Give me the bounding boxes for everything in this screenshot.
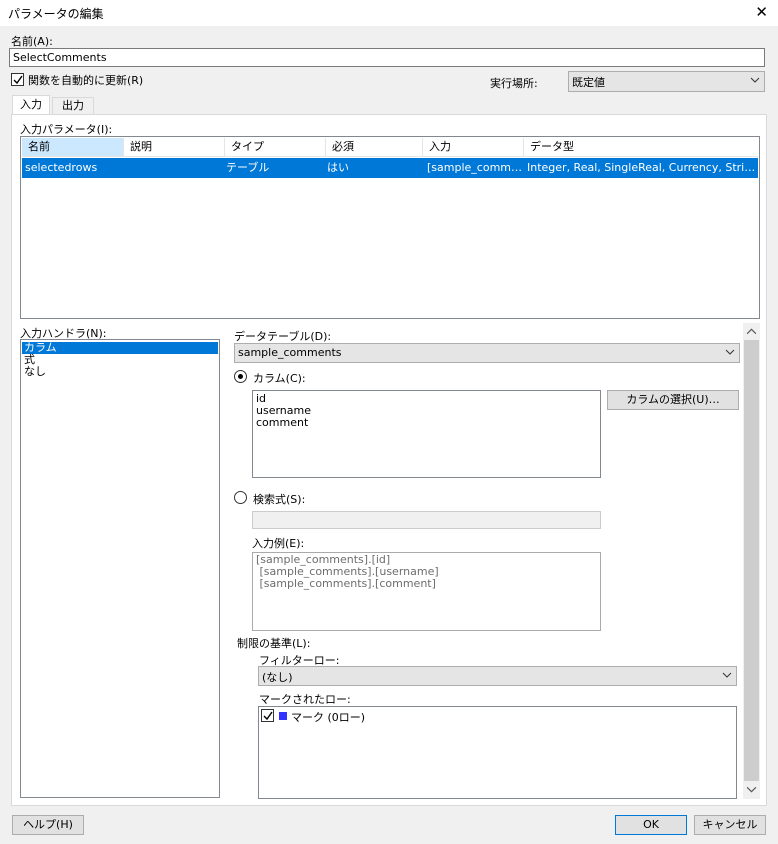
tab-input[interactable]: 入力 xyxy=(12,95,50,115)
example-line: [sample_comments].[comment] xyxy=(256,577,436,590)
list-item[interactable]: カラム xyxy=(22,342,218,354)
column-radio[interactable] xyxy=(234,370,247,383)
mark-checkbox[interactable] xyxy=(261,709,274,722)
chevron-down-icon xyxy=(750,77,760,83)
column-radio-label: カラム(C): xyxy=(253,372,306,385)
limit-label: 制限の基準(L): xyxy=(237,637,311,650)
columns-list[interactable]: id username comment xyxy=(252,390,601,478)
filter-rows-value: (なし) xyxy=(262,671,293,684)
tab-output[interactable]: 出力 xyxy=(52,97,94,115)
list-item: comment xyxy=(256,416,309,429)
data-table-label: データテーブル(D): xyxy=(234,330,332,343)
input-handler-list[interactable]: カラム 式 なし xyxy=(20,339,220,798)
tab-input-label: 入力 xyxy=(20,98,42,111)
window-title: パラメータの編集 xyxy=(8,7,104,21)
column-header-description[interactable]: 説明 xyxy=(124,138,225,156)
search-expr-label: 検索式(S): xyxy=(253,493,306,506)
name-label: 名前(A): xyxy=(11,35,53,48)
list-item[interactable]: 式 xyxy=(22,354,218,366)
auto-update-checkbox[interactable] xyxy=(11,73,24,86)
column-header-input[interactable]: 入力 xyxy=(423,138,524,156)
row-description xyxy=(124,158,224,178)
data-table-dropdown[interactable]: sample_comments xyxy=(234,343,740,363)
table-row[interactable]: selectedrows テーブル はい [sample_commen... I… xyxy=(22,158,758,178)
exec-location-label: 実行場所: xyxy=(490,77,538,90)
row-required: はい xyxy=(327,161,349,174)
tab-output-label: 出力 xyxy=(62,99,84,112)
title-bar: パラメータの編集 ✕ xyxy=(0,0,778,26)
search-expr-radio[interactable] xyxy=(234,491,247,504)
check-icon xyxy=(263,711,273,720)
chevron-down-icon[interactable] xyxy=(746,784,757,795)
row-type: テーブル xyxy=(226,161,270,174)
column-header-name[interactable]: 名前 xyxy=(22,138,124,156)
column-header-required[interactable]: 必須 xyxy=(326,138,423,156)
example-box: [sample_comments].[id] [sample_comments]… xyxy=(252,552,601,631)
close-icon[interactable]: ✕ xyxy=(755,3,768,21)
column-header-type[interactable]: タイプ xyxy=(225,138,326,156)
marked-rows-label: マークされたロー: xyxy=(259,693,351,706)
mark-item-label: マーク (0ロー) xyxy=(291,711,366,724)
exec-location-dropdown[interactable]: 既定値 xyxy=(568,71,765,92)
data-table-value: sample_comments xyxy=(238,346,342,359)
chevron-down-icon xyxy=(725,349,735,355)
list-item[interactable]: なし xyxy=(22,366,218,378)
ok-button[interactable]: OK xyxy=(615,815,687,835)
detail-scrollbar[interactable] xyxy=(743,323,760,799)
column-header-data-type[interactable]: データ型 xyxy=(524,138,758,156)
name-input[interactable]: SelectComments xyxy=(9,48,765,67)
chevron-up-icon[interactable] xyxy=(746,326,757,337)
auto-update-label: 関数を自動的に更新(R) xyxy=(28,74,144,87)
input-params-label: 入力パラメータ(I): xyxy=(20,123,113,136)
name-input-value: SelectComments xyxy=(13,51,107,64)
filter-rows-dropdown[interactable]: (なし) xyxy=(258,666,737,686)
input-params-grid[interactable]: 名前 説明 タイプ 必須 入力 データ型 selectedrows テーブル は… xyxy=(20,136,760,319)
row-data-type: Integer, Real, SingleReal, Currency, Str… xyxy=(527,161,757,174)
exec-location-value: 既定値 xyxy=(572,76,605,89)
grid-header: 名前 説明 タイプ 必須 入力 データ型 xyxy=(22,138,758,157)
chevron-down-icon xyxy=(722,672,732,678)
marked-rows-list[interactable]: マーク (0ロー) xyxy=(258,706,737,799)
help-button[interactable]: ヘルプ(H) xyxy=(12,815,84,835)
select-columns-button[interactable]: カラムの選択(U)… xyxy=(607,390,739,410)
row-input: [sample_commen... xyxy=(427,161,523,174)
example-label: 入力例(E): xyxy=(252,537,305,550)
check-icon xyxy=(13,75,23,84)
search-expr-input[interactable] xyxy=(252,511,601,529)
scrollbar-thumb[interactable] xyxy=(744,340,759,781)
cancel-button[interactable]: キャンセル xyxy=(694,815,766,835)
row-name: selectedrows xyxy=(25,161,98,174)
mark-color-swatch xyxy=(279,712,287,720)
